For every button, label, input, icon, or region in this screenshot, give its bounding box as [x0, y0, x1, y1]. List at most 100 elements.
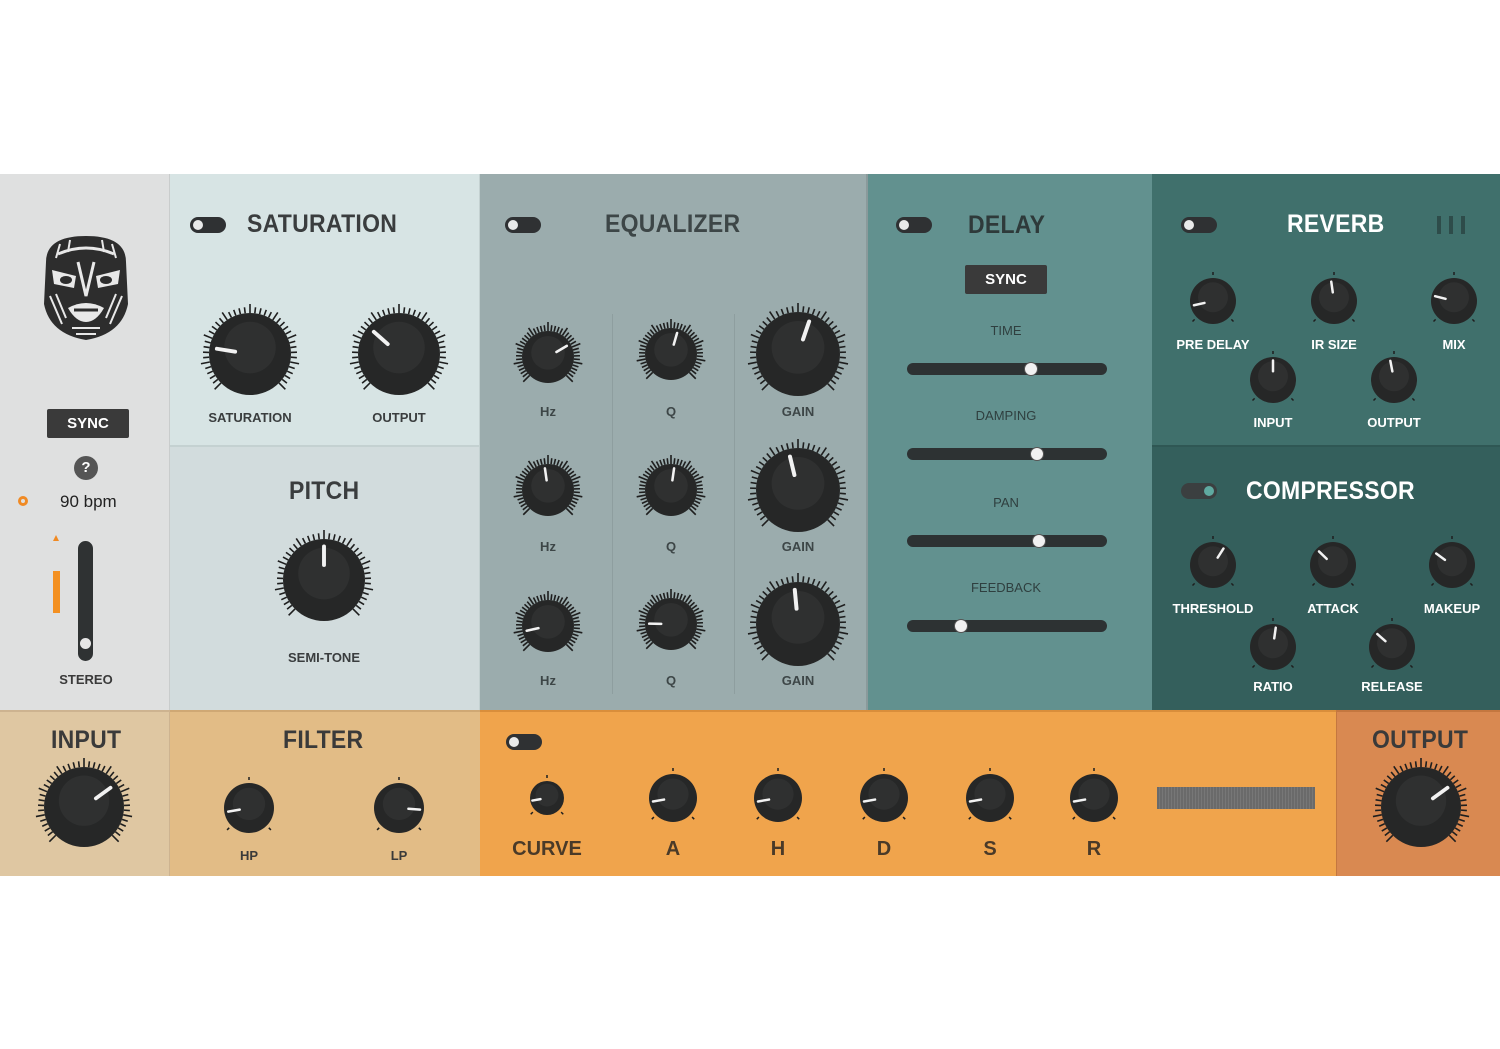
compressor-attack-label: ATTACK: [1307, 601, 1359, 616]
saturation-saturation-label: SATURATION: [208, 410, 292, 425]
delay-pan-slider[interactable]: [907, 534, 1107, 548]
equalizer-gain-knob[interactable]: [744, 570, 852, 678]
compressor-release-label: RELEASE: [1361, 679, 1423, 694]
envelope-curve-label: CURVE: [512, 838, 582, 860]
reverb-mix-label: MIX: [1442, 337, 1466, 352]
equalizer-q-knob[interactable]: [633, 316, 709, 392]
pitch-semi-tone-knob[interactable]: [271, 527, 377, 633]
stereo-slider-track[interactable]: [78, 541, 93, 661]
compressor-attack-knob[interactable]: [1304, 536, 1362, 594]
filter-lp-knob[interactable]: [368, 777, 430, 839]
envelope-h-label: H: [770, 838, 786, 860]
delay-feedback-slider[interactable]: [907, 619, 1107, 633]
output-panel: OUTPUT: [1336, 710, 1500, 876]
envelope-s-knob[interactable]: [960, 768, 1020, 828]
envelope-r-label: R: [1086, 838, 1102, 860]
equalizer-gain-knob[interactable]: [744, 436, 852, 544]
reverb-input-label: INPUT: [1253, 415, 1293, 430]
reverb-pre-delay-knob[interactable]: [1184, 272, 1242, 330]
wrestler-mask-logo-icon: [36, 232, 136, 342]
filter-hp-label: HP: [239, 848, 259, 863]
reverb-pre-delay-label: PRE DELAY: [1176, 337, 1250, 352]
envelope-r-knob[interactable]: [1064, 768, 1124, 828]
delay-sync-button[interactable]: SYNC: [965, 265, 1047, 294]
filter-panel: FILTER HP LP: [170, 710, 480, 876]
delay-pan-slider-thumb[interactable]: [1032, 534, 1046, 548]
reverb-title: REVERB: [1287, 210, 1385, 238]
input-title: INPUT: [51, 726, 122, 754]
envelope-panel: CURVE A H D S R: [480, 710, 1336, 876]
reverb-toggle[interactable]: [1181, 217, 1217, 233]
equalizer-hz-knob[interactable]: [510, 452, 586, 528]
reverb-ir-size-knob[interactable]: [1305, 272, 1363, 330]
saturation-saturation-knob[interactable]: [197, 301, 303, 407]
reverb-ir-size-label: IR SIZE: [1311, 337, 1357, 352]
meter-peak-icon: [53, 535, 59, 541]
equalizer-gain-knob[interactable]: [744, 300, 852, 408]
bpm-indicator-icon: [18, 496, 28, 506]
delay-panel: DELAY SYNC TIME DAMPING PAN FEEDBACK: [868, 174, 1152, 710]
equalizer-q-label: Q: [665, 673, 677, 688]
output-main-knob[interactable]: [1369, 755, 1473, 859]
compressor-toggle[interactable]: [1181, 483, 1217, 499]
delay-time-label: TIME: [990, 323, 1022, 338]
delay-pan-label: PAN: [993, 495, 1019, 510]
filter-hp-knob[interactable]: [218, 777, 280, 839]
saturation-output-knob[interactable]: [346, 301, 452, 407]
envelope-curve-knob[interactable]: [524, 775, 570, 821]
delay-damping-label: DAMPING: [975, 408, 1037, 423]
saturation-panel: SATURATION SATURATION OUTPUT: [170, 174, 480, 447]
output-title: OUTPUT: [1372, 726, 1469, 754]
eq-divider: [612, 314, 613, 694]
reverb-output-knob[interactable]: [1365, 351, 1423, 409]
filter-lp-label: LP: [390, 848, 408, 863]
delay-damping-slider-thumb[interactable]: [1030, 447, 1044, 461]
saturation-title: SATURATION: [247, 210, 398, 238]
equalizer-gain-label: GAIN: [781, 673, 815, 688]
delay-title: DELAY: [968, 211, 1046, 239]
reverb-input-knob[interactable]: [1244, 351, 1302, 409]
delay-time-slider[interactable]: [907, 362, 1107, 376]
equalizer-gain-label: GAIN: [781, 539, 815, 554]
compressor-makeup-knob[interactable]: [1423, 536, 1481, 594]
equalizer-q-knob[interactable]: [633, 586, 709, 662]
bars-menu-icon[interactable]: [1437, 216, 1467, 234]
help-icon[interactable]: ?: [74, 456, 98, 480]
envelope-h-knob[interactable]: [748, 768, 808, 828]
envelope-s-label: S: [983, 838, 997, 860]
plugin-window: SYNC ? 90 bpm STEREO SATURATION SATURATI…: [0, 174, 1500, 876]
reverb-panel: REVERB PRE DELAY IR SIZE MIX INPUT OUTPUT: [1152, 174, 1500, 447]
compressor-release-knob[interactable]: [1363, 618, 1421, 676]
equalizer-toggle[interactable]: [505, 217, 541, 233]
equalizer-hz-knob[interactable]: [510, 588, 586, 664]
envelope-a-knob[interactable]: [643, 768, 703, 828]
reverb-output-label: OUTPUT: [1367, 415, 1421, 430]
pitch-panel: PITCH SEMI-TONE: [170, 447, 480, 710]
reverb-mix-knob[interactable]: [1425, 272, 1483, 330]
saturation-output-label: OUTPUT: [372, 410, 426, 425]
sidebar-sync-button[interactable]: SYNC: [47, 409, 129, 438]
stereo-slider-thumb[interactable]: [80, 637, 91, 649]
envelope-d-knob[interactable]: [854, 768, 914, 828]
sidebar-panel: SYNC ? 90 bpm STEREO: [0, 174, 170, 710]
compressor-threshold-knob[interactable]: [1184, 536, 1242, 594]
equalizer-hz-knob[interactable]: [510, 319, 586, 395]
delay-feedback-slider-thumb[interactable]: [954, 619, 968, 633]
equalizer-hz-label: Hz: [540, 673, 556, 688]
equalizer-q-label: Q: [665, 539, 677, 554]
compressor-threshold-label: THRESHOLD: [1172, 601, 1254, 616]
saturation-toggle[interactable]: [190, 217, 226, 233]
equalizer-hz-label: Hz: [540, 539, 556, 554]
compressor-ratio-label: RATIO: [1253, 679, 1293, 694]
delay-time-slider-thumb[interactable]: [1024, 362, 1038, 376]
eq-divider: [734, 314, 735, 694]
equalizer-q-knob[interactable]: [633, 452, 709, 528]
equalizer-title: EQUALIZER: [605, 210, 741, 238]
envelope-toggle[interactable]: [506, 734, 542, 750]
delay-damping-slider[interactable]: [907, 447, 1107, 461]
compressor-ratio-knob[interactable]: [1244, 618, 1302, 676]
delay-toggle[interactable]: [896, 217, 932, 233]
meter-fill: [53, 571, 60, 613]
equalizer-gain-label: GAIN: [781, 404, 815, 419]
input-main-knob[interactable]: [32, 755, 136, 859]
